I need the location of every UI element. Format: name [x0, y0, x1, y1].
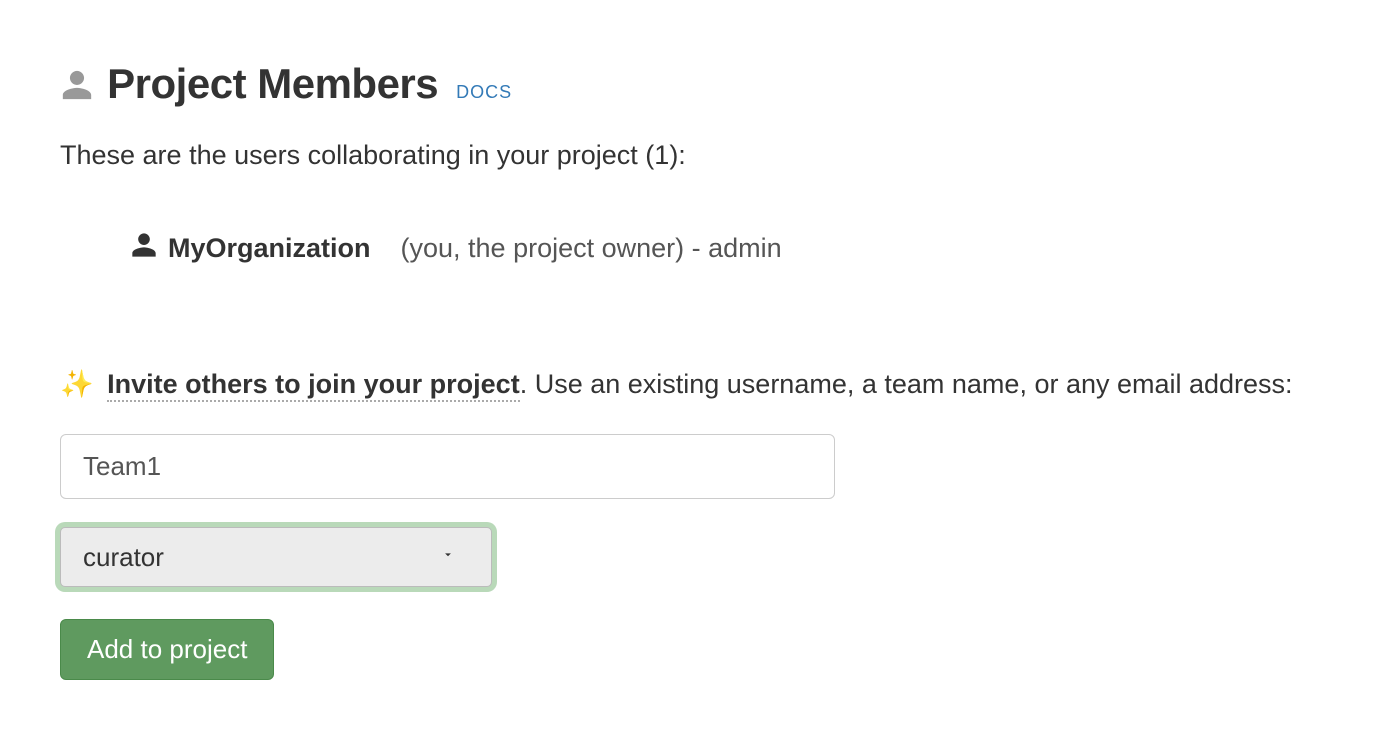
- sparkles-icon: ✨: [60, 369, 94, 399]
- docs-link[interactable]: DOCS: [456, 82, 512, 103]
- page-header: Project Members DOCS: [60, 60, 1316, 112]
- member-note: (you, the project owner) - admin: [401, 233, 782, 264]
- member-row: MyOrganization (you, the project owner) …: [60, 231, 1316, 266]
- invite-suffix: . Use an existing username, a team name,…: [520, 369, 1293, 399]
- page-title: Project Members: [60, 60, 438, 112]
- person-icon: [60, 64, 94, 112]
- subtitle-text: These are the users collaborating in you…: [60, 140, 1316, 171]
- member-name: MyOrganization: [168, 233, 371, 264]
- invite-phrase: Invite others to join your project: [107, 369, 520, 402]
- role-select-wrap[interactable]: curator: [60, 527, 492, 587]
- invite-line: ✨ Invite others to join your project. Us…: [60, 366, 1316, 404]
- user-icon: [130, 231, 158, 266]
- invite-input[interactable]: [60, 434, 835, 499]
- add-to-project-button[interactable]: Add to project: [60, 619, 274, 680]
- page-title-text: Project Members: [107, 60, 438, 107]
- role-select[interactable]: curator: [61, 528, 491, 586]
